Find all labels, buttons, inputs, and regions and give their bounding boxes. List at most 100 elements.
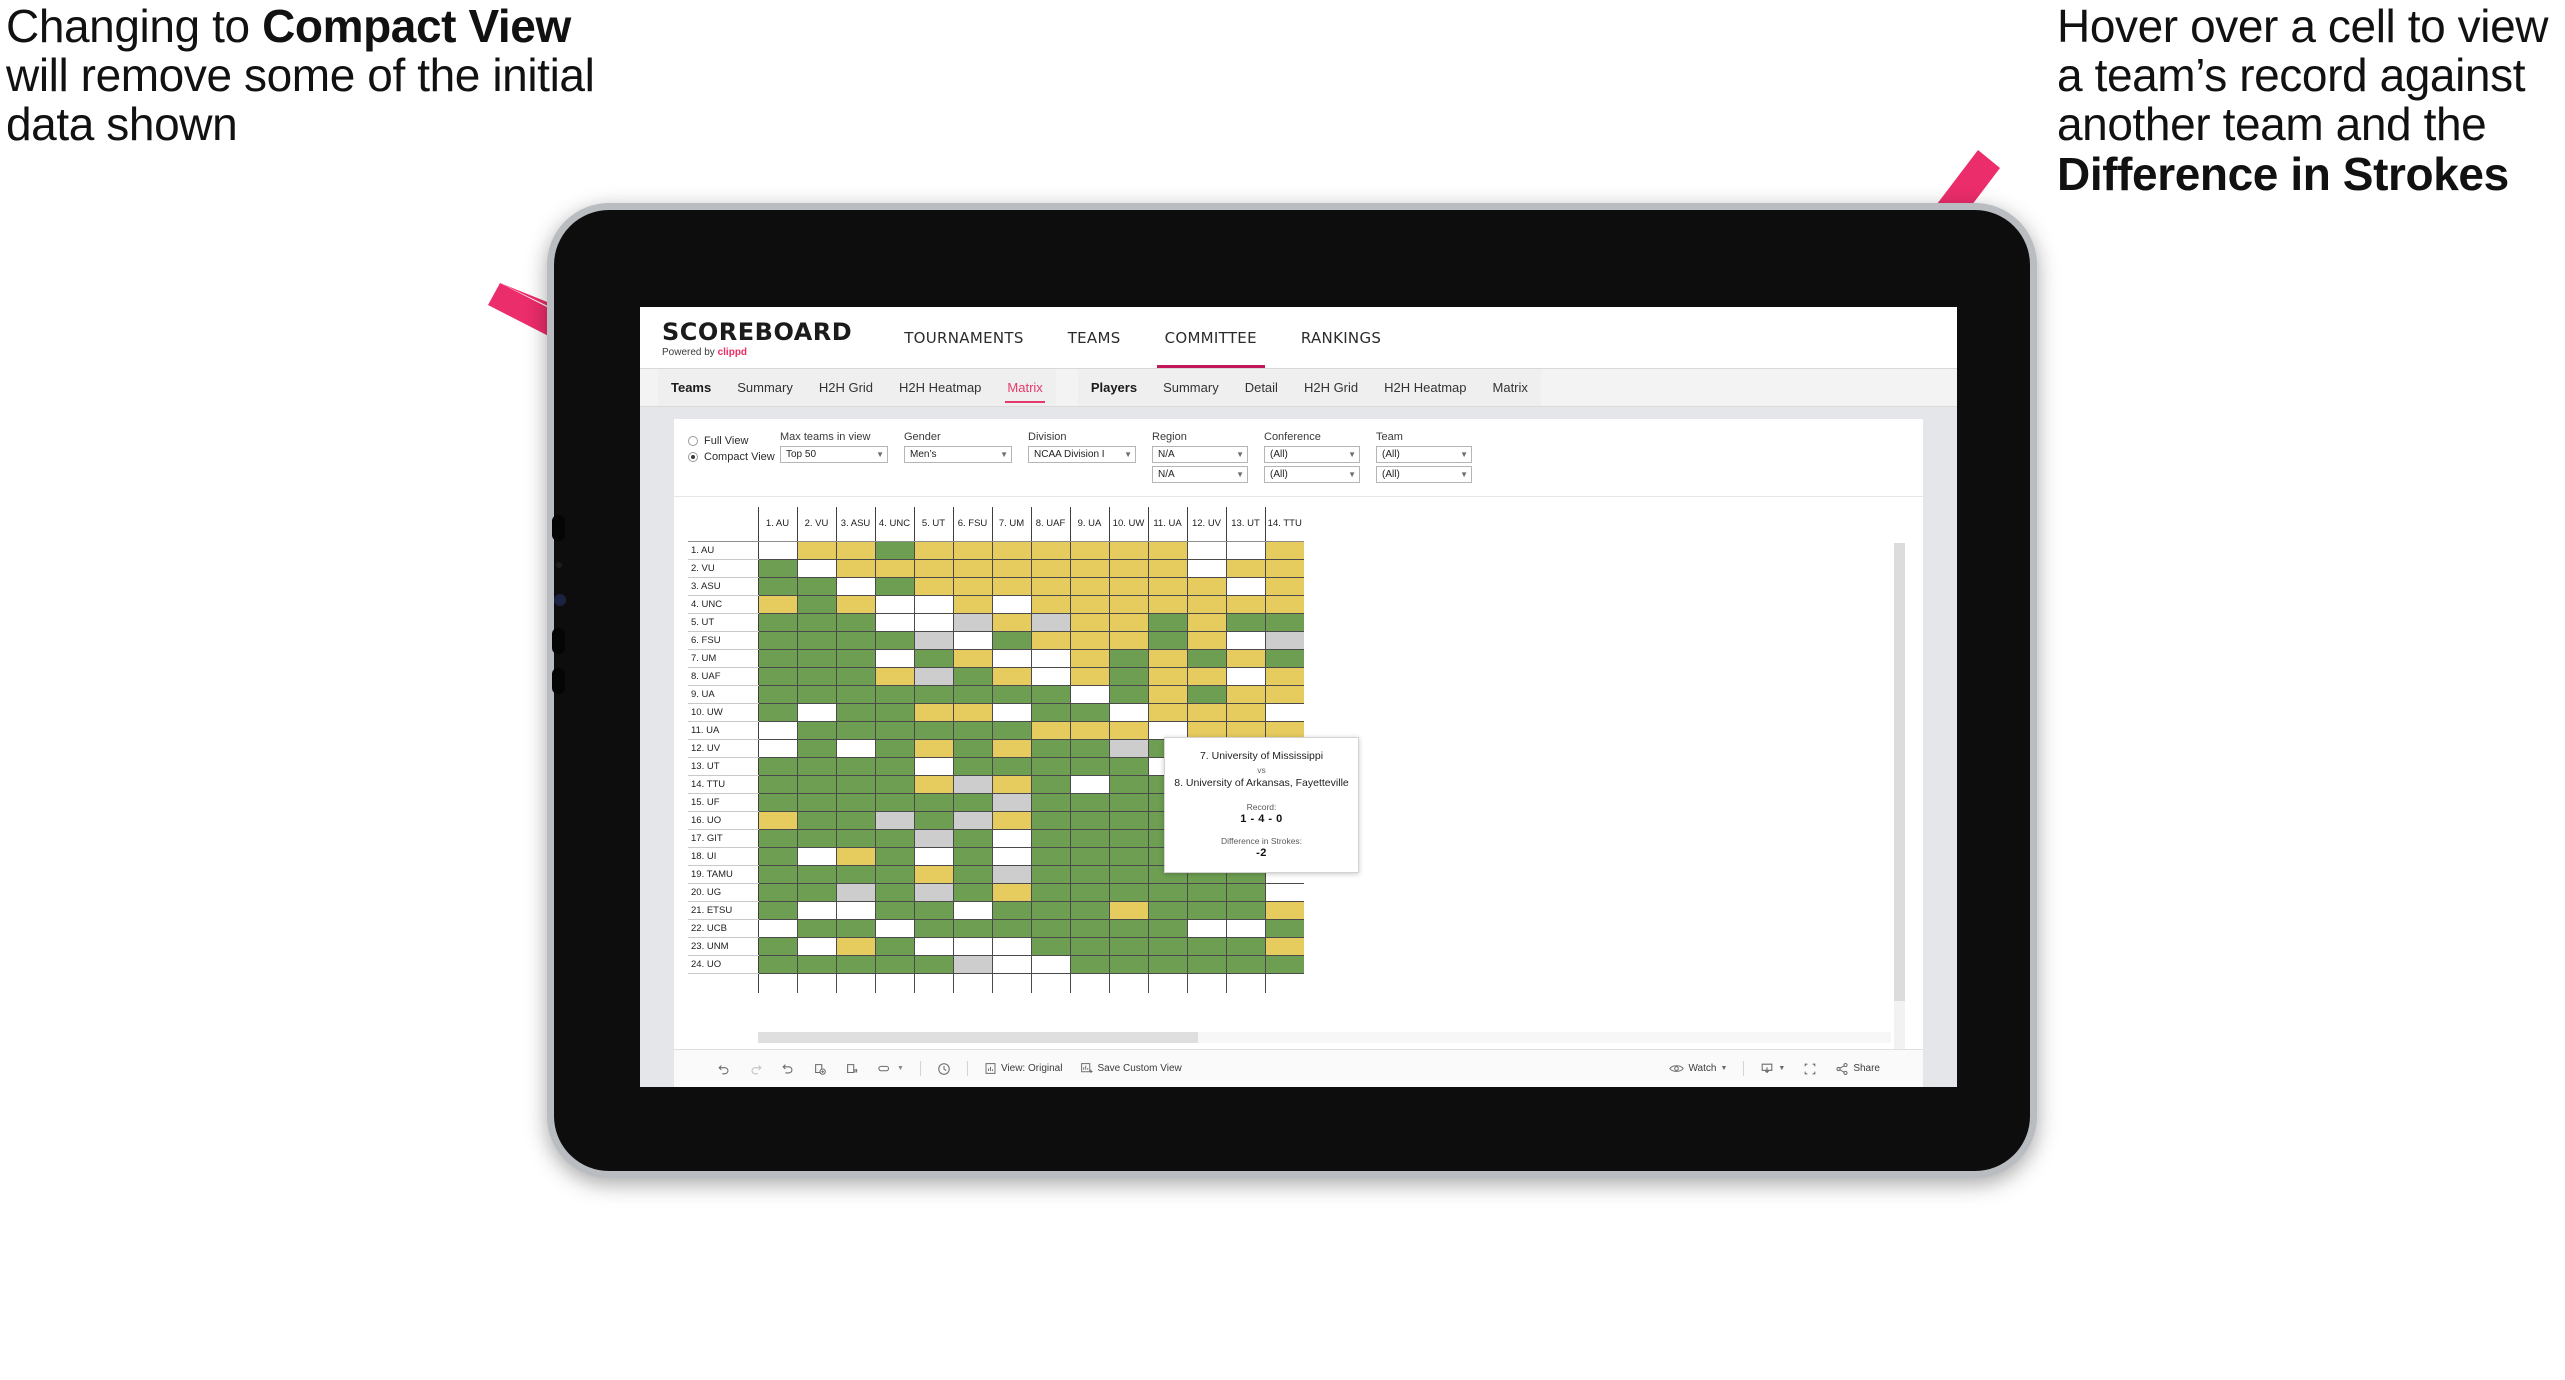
matrix-cell-r21-c3[interactable] <box>835 901 875 920</box>
matrix-cell-r4-c2[interactable] <box>796 595 836 614</box>
matrix-cell-r15-c1[interactable] <box>757 793 797 812</box>
matrix-cell-r1-c8[interactable] <box>1030 541 1070 560</box>
matrix-cell-r23-c11[interactable] <box>1147 937 1187 956</box>
matrix-cell-r3-c6[interactable] <box>952 577 992 596</box>
matrix-cell-r24-c8[interactable] <box>1030 955 1070 974</box>
matrix-cell-r8-c11[interactable] <box>1147 667 1187 686</box>
matrix-cell-r14-c3[interactable] <box>835 775 875 794</box>
matrix-cell-r6-c1[interactable] <box>757 631 797 650</box>
sub-tab-players-detail[interactable]: Detail <box>1232 369 1291 406</box>
matrix-cell-r11-c7[interactable] <box>991 721 1031 740</box>
filter-conference-select-2[interactable]: (All) ▼ <box>1264 466 1360 483</box>
matrix-cell-r20-c14[interactable] <box>1264 883 1304 902</box>
matrix-cell-r16-c6[interactable] <box>952 811 992 830</box>
matrix-cell-r7-c3[interactable] <box>835 649 875 668</box>
matrix-cell-r14-c4[interactable] <box>874 775 914 794</box>
matrix-cell-r7-c5[interactable] <box>913 649 953 668</box>
matrix-cell-r21-c12[interactable] <box>1186 901 1226 920</box>
undo-button[interactable] <box>708 1050 740 1087</box>
matrix-cell-r11-c3[interactable] <box>835 721 875 740</box>
matrix-cell-r9-c10[interactable] <box>1108 685 1148 704</box>
matrix-cell-r16-c7[interactable] <box>991 811 1031 830</box>
matrix-cell-r8-c9[interactable] <box>1069 667 1109 686</box>
revert-button[interactable] <box>772 1050 804 1087</box>
matrix-cell-r20-c10[interactable] <box>1108 883 1148 902</box>
matrix-cell-r13-c3[interactable] <box>835 757 875 776</box>
filter-team-select-2[interactable]: (All) ▼ <box>1376 466 1472 483</box>
matrix-row-header-24[interactable]: 24. UO <box>688 955 759 974</box>
matrix-cell-r2-c3[interactable] <box>835 559 875 578</box>
matrix-row-header-23[interactable]: 23. UNM <box>688 937 759 956</box>
sub-tab-players-h2h-grid[interactable]: H2H Grid <box>1291 369 1371 406</box>
matrix-cell-r18-c1[interactable] <box>757 847 797 866</box>
matrix-cell-r10-c7[interactable] <box>991 703 1031 722</box>
matrix-cell-r4-c13[interactable] <box>1225 595 1265 614</box>
matrix-cell-r12-c4[interactable] <box>874 739 914 758</box>
matrix-cell-r4-c8[interactable] <box>1030 595 1070 614</box>
matrix-cell-r21-c6[interactable] <box>952 901 992 920</box>
matrix-cell-r24-c7[interactable] <box>991 955 1031 974</box>
matrix-cell-r10-c2[interactable] <box>796 703 836 722</box>
sub-tab-players-summary[interactable]: Summary <box>1150 369 1232 406</box>
topnav-item-committee[interactable]: COMMITTEE <box>1143 307 1279 368</box>
matrix-cell-r10-c1[interactable] <box>757 703 797 722</box>
matrix-cell-r8-c10[interactable] <box>1108 667 1148 686</box>
matrix-cell-r18-c10[interactable] <box>1108 847 1148 866</box>
matrix-cell-r24-c2[interactable] <box>796 955 836 974</box>
radio-full-view[interactable]: Full View <box>688 433 780 449</box>
matrix-cell-r21-c4[interactable] <box>874 901 914 920</box>
matrix-cell-r18-c4[interactable] <box>874 847 914 866</box>
matrix-cell-r9-c6[interactable] <box>952 685 992 704</box>
device-button-volume-down[interactable] <box>552 628 565 654</box>
filter-division-select[interactable]: NCAA Division I ▼ <box>1028 446 1136 463</box>
pause-button[interactable] <box>836 1050 868 1087</box>
watch-button[interactable]: Watch ▼ <box>1660 1050 1736 1087</box>
matrix-cell-r1-c3[interactable] <box>835 541 875 560</box>
matrix-cell-r13-c8[interactable] <box>1030 757 1070 776</box>
matrix-row-header-10[interactable]: 10. UW <box>688 703 759 722</box>
matrix-cell-r4-c11[interactable] <box>1147 595 1187 614</box>
redo-button[interactable] <box>740 1050 772 1087</box>
matrix-cell-r7-c4[interactable] <box>874 649 914 668</box>
matrix-cell-r9-c2[interactable] <box>796 685 836 704</box>
matrix-cell-r6-c9[interactable] <box>1069 631 1109 650</box>
radio-compact-view[interactable]: Compact View <box>688 449 780 465</box>
matrix-cell-r21-c10[interactable] <box>1108 901 1148 920</box>
matrix-cell-r10-c6[interactable] <box>952 703 992 722</box>
matrix-cell-r24-c12[interactable] <box>1186 955 1226 974</box>
matrix-cell-r8-c12[interactable] <box>1186 667 1226 686</box>
matrix-cell-r16-c5[interactable] <box>913 811 953 830</box>
matrix-cell-r6-c13[interactable] <box>1225 631 1265 650</box>
matrix-row-header-16[interactable]: 16. UO <box>688 811 759 830</box>
fullscreen-button[interactable] <box>1794 1050 1826 1087</box>
matrix-cell-r21-c13[interactable] <box>1225 901 1265 920</box>
matrix-cell-r2-c4[interactable] <box>874 559 914 578</box>
refresh-button[interactable] <box>804 1050 836 1087</box>
matrix-cell-r2-c8[interactable] <box>1030 559 1070 578</box>
matrix-cell-r19-c3[interactable] <box>835 865 875 884</box>
matrix-cell-r15-c7[interactable] <box>991 793 1031 812</box>
matrix-cell-r13-c7[interactable] <box>991 757 1031 776</box>
matrix-cell-r18-c8[interactable] <box>1030 847 1070 866</box>
matrix-cell-r15-c4[interactable] <box>874 793 914 812</box>
matrix-cell-r3-c14[interactable] <box>1264 577 1304 596</box>
matrix-col-header-3[interactable]: 3. ASU <box>835 507 875 542</box>
view-original-button[interactable]: View: Original <box>975 1050 1072 1087</box>
matrix-cell-r24-c11[interactable] <box>1147 955 1187 974</box>
matrix-col-header-1[interactable]: 1. AU <box>757 507 797 542</box>
matrix-row-header-8[interactable]: 8. UAF <box>688 667 759 686</box>
matrix-cell-r10-c10[interactable] <box>1108 703 1148 722</box>
matrix-cell-r3-c11[interactable] <box>1147 577 1187 596</box>
filter-max-teams-select[interactable]: Top 50 ▼ <box>780 446 888 463</box>
matrix-horizontal-scrollbar[interactable] <box>758 1032 1891 1043</box>
matrix-cell-r8-c2[interactable] <box>796 667 836 686</box>
matrix-cell-r9-c4[interactable] <box>874 685 914 704</box>
matrix-cell-r2-c1[interactable] <box>757 559 797 578</box>
matrix-cell-r23-c6[interactable] <box>952 937 992 956</box>
matrix-cell-r12-c7[interactable] <box>991 739 1031 758</box>
matrix-cell-r23-c3[interactable] <box>835 937 875 956</box>
matrix-cell-r3-c5[interactable] <box>913 577 953 596</box>
matrix-cell-r21-c14[interactable] <box>1264 901 1304 920</box>
matrix-cell-r17-c3[interactable] <box>835 829 875 848</box>
matrix-cell-r8-c8[interactable] <box>1030 667 1070 686</box>
